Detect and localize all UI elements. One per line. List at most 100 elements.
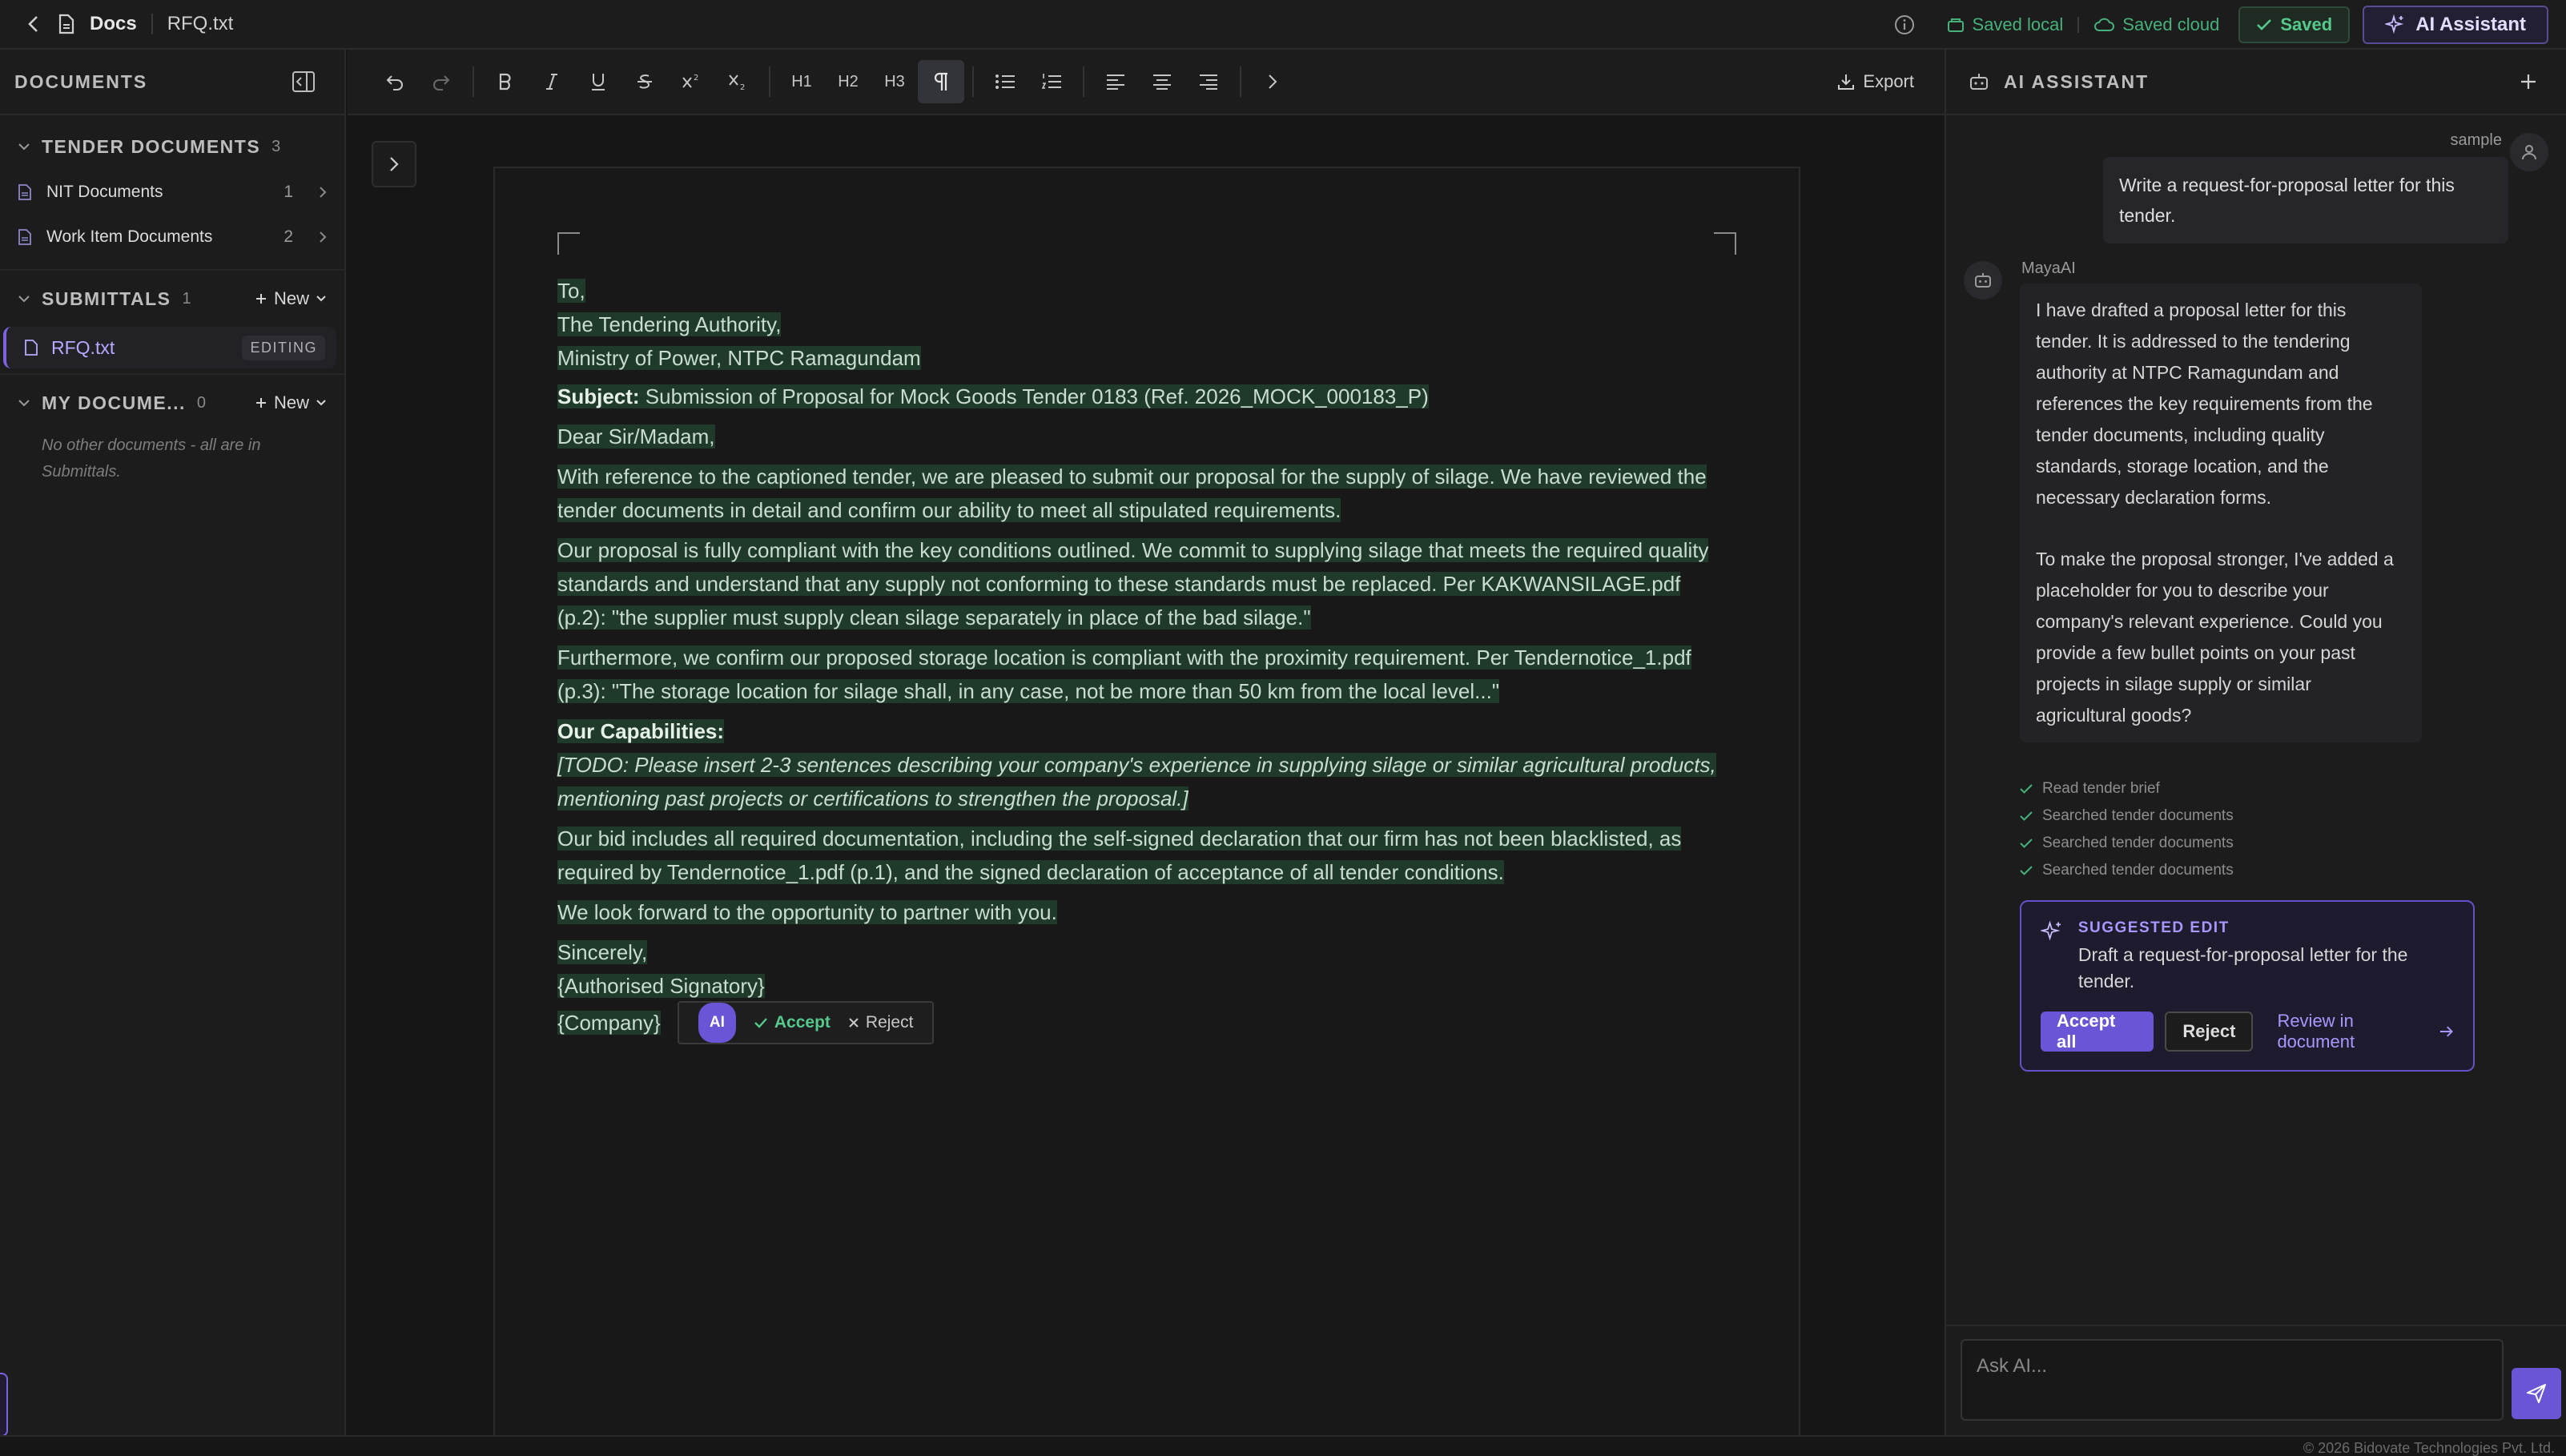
saved-button[interactable]: Saved [2238, 6, 2351, 43]
check-icon [2020, 866, 2033, 875]
review-in-document-link[interactable]: Review in document [2277, 1011, 2454, 1052]
saved-label: Saved [2280, 14, 2333, 34]
sparkle-icon [2385, 14, 2404, 34]
numbered-list-button[interactable] [1028, 60, 1075, 103]
expand-outline-button[interactable] [372, 141, 416, 187]
paragraph-documentation: Our bid includes all required documentat… [557, 827, 1682, 884]
reject-suggestion-button[interactable]: Reject [2165, 1012, 2254, 1052]
subscript-button[interactable]: 2 [714, 60, 761, 103]
saved-cloud-status: Saved cloud [2079, 14, 2234, 35]
check-icon [754, 1018, 767, 1028]
tender-documents-section[interactable]: TENDER DOCUMENTS 3 [0, 123, 344, 170]
chevron-down-icon [316, 296, 326, 302]
signatory-placeholder: {Authorised Signatory} [557, 974, 765, 998]
align-center-icon [1153, 74, 1171, 90]
chevron-right-icon [1269, 74, 1277, 89]
send-icon [2527, 1384, 2546, 1403]
page-corner-mark [557, 232, 580, 255]
top-bar: Docs RFQ.txt Saved local Saved cloud Sav… [0, 0, 2566, 50]
submittals-title: SUBMITTALS [42, 288, 171, 309]
strikethrough-button[interactable] [621, 60, 668, 103]
suggested-edit-label: SUGGESTED EDIT [2077, 919, 2230, 936]
submittals-section[interactable]: SUBMITTALS 1 New [0, 276, 344, 322]
bold-icon [499, 73, 511, 90]
document-page[interactable]: To, The Tendering Authority, Ministry of… [493, 167, 1800, 1448]
back-arrow-icon[interactable] [24, 14, 43, 34]
editor-toolbar: 2 2 H1 H2 H3 Export [348, 50, 1945, 115]
ai-assistant-panel: AI ASSISTANT sample Write a request-for-… [1945, 50, 2566, 1435]
sidebar-title: DOCUMENTS [14, 70, 148, 92]
bot-avatar-icon [1964, 261, 2002, 300]
export-button[interactable]: Export [1837, 71, 1914, 92]
send-button[interactable] [2512, 1368, 2561, 1419]
align-right-button[interactable] [1185, 60, 1232, 103]
paragraph-compliance: Our proposal is fully compliant with the… [557, 538, 1709, 629]
paragraph-closing: We look forward to the opportunity to pa… [557, 900, 1057, 924]
saved-local-label: Saved local [1972, 14, 2064, 34]
align-left-button[interactable] [1092, 60, 1139, 103]
new-submittal-button[interactable]: New [255, 288, 327, 309]
collapse-sidebar-icon[interactable] [292, 70, 316, 93]
heading-2-button[interactable]: H2 [825, 60, 871, 103]
align-left-icon [1107, 74, 1124, 90]
italic-button[interactable] [529, 60, 575, 103]
document-icon [18, 184, 31, 200]
ai-panel-title: AI ASSISTANT [2004, 70, 2150, 92]
toolbar-separator [972, 66, 974, 97]
subscript-icon: 2 [729, 74, 745, 90]
accept-all-button[interactable]: Accept all [2041, 1011, 2154, 1052]
undo-button[interactable] [372, 60, 418, 103]
export-label: Export [1863, 71, 1914, 91]
more-tools-button[interactable] [1249, 60, 1296, 103]
redo-button[interactable] [418, 60, 465, 103]
bold-button[interactable] [482, 60, 529, 103]
saved-local-status: Saved local [1933, 14, 2078, 35]
chevron-down-icon [18, 296, 30, 303]
document-icon [18, 229, 31, 245]
my-documents-title: MY DOCUME... [42, 392, 186, 413]
toolbar-separator [769, 66, 770, 97]
step-item: Searched tender documents [2020, 830, 2234, 857]
sidebar-item-work-item-documents[interactable]: Work Item Documents 2 [0, 215, 344, 259]
subject-text: Submission of Proposal for Mock Goods Te… [639, 384, 1429, 408]
cloud-icon [2094, 18, 2115, 31]
ai-assistant-button[interactable]: AI Assistant [2363, 6, 2548, 44]
tender-documents-count: 3 [271, 137, 281, 155]
section-divider [0, 269, 344, 271]
check-icon [2020, 811, 2033, 821]
check-icon [2257, 19, 2272, 30]
salutation: Dear Sir/Madam, [557, 424, 715, 448]
documents-sidebar: DOCUMENTS TENDER DOCUMENTS 3 NIT Documen… [0, 50, 346, 1435]
step-item: Read tender brief [2020, 775, 2234, 802]
heading-3-button[interactable]: H3 [871, 60, 918, 103]
subject-label: Subject: [557, 384, 640, 408]
align-center-button[interactable] [1139, 60, 1185, 103]
submittals-count: 1 [182, 289, 191, 308]
step-item: Searched tender documents [2020, 802, 2234, 830]
docs-breadcrumb[interactable]: Docs [90, 13, 137, 35]
suggested-edit-text: Draft a request-for-proposal letter for … [2077, 944, 2408, 991]
align-right-icon [1200, 74, 1217, 90]
close-icon [849, 1018, 859, 1028]
tool-steps: Read tender brief Searched tender docume… [2020, 775, 2234, 884]
arrow-right-icon [2440, 1026, 2454, 1037]
chevron-down-icon [316, 400, 326, 406]
sidebar-item-nit-documents[interactable]: NIT Documents 1 [0, 170, 344, 215]
new-document-button[interactable]: New [255, 392, 327, 413]
inline-reject-button[interactable]: Reject [848, 1006, 913, 1040]
info-icon[interactable] [1894, 14, 1915, 35]
document-body[interactable]: To, The Tendering Authority, Ministry of… [557, 274, 1735, 1046]
ask-ai-input[interactable]: Ask AI... [1961, 1339, 2504, 1421]
new-chat-icon[interactable] [2520, 73, 2537, 90]
paragraph-button[interactable] [918, 60, 964, 103]
toolbar-separator [1240, 66, 1241, 97]
my-documents-section[interactable]: MY DOCUME... 0 New [0, 380, 344, 426]
bullet-list-button[interactable] [982, 60, 1028, 103]
heading-1-button[interactable]: H1 [778, 60, 825, 103]
superscript-button[interactable]: 2 [668, 60, 714, 103]
sidebar-item-rfq[interactable]: RFQ.txt EDITING [3, 327, 336, 368]
underline-button[interactable] [575, 60, 621, 103]
inline-accept-button[interactable]: Accept [754, 1006, 831, 1040]
sidebar-tab-handle[interactable] [0, 1373, 8, 1437]
svg-text:2: 2 [740, 83, 745, 90]
